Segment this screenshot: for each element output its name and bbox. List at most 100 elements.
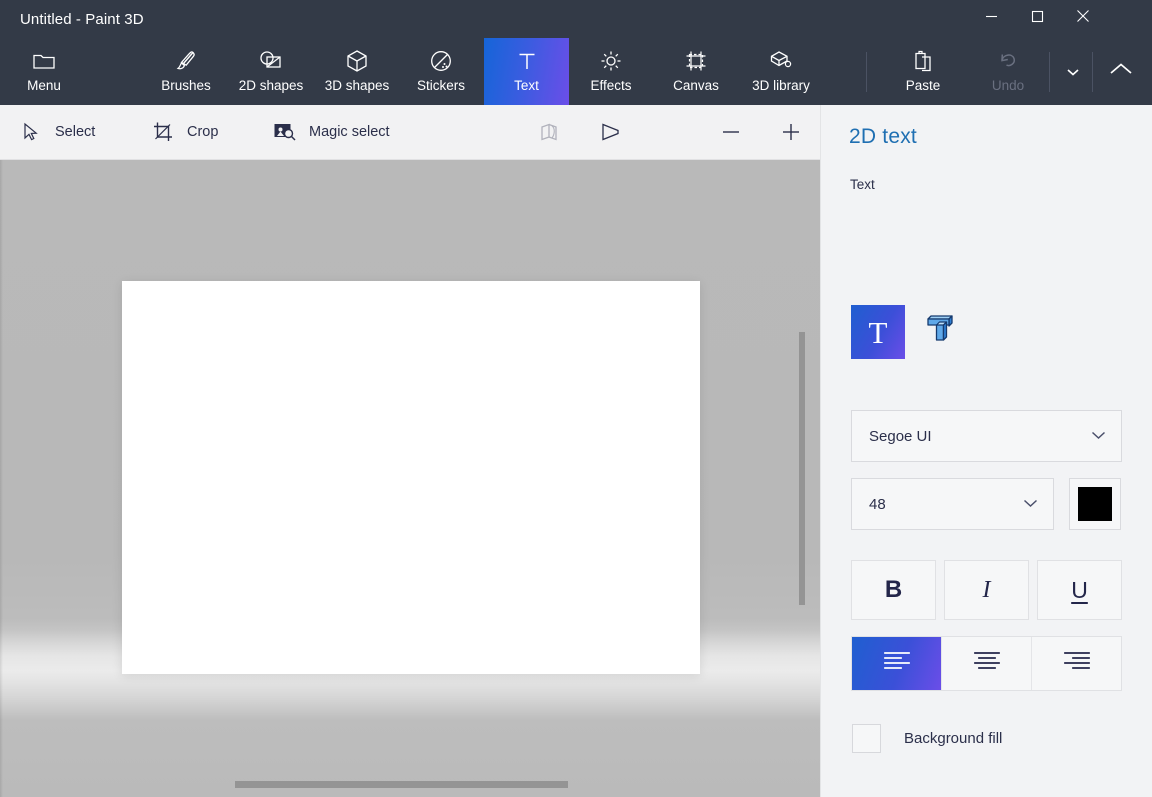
minus-icon <box>718 121 744 143</box>
text-type-3d-button[interactable] <box>913 305 967 359</box>
ribbon-item-text[interactable]: Text <box>484 38 569 105</box>
undo-icon <box>996 47 1020 75</box>
align-center-icon <box>972 650 1002 677</box>
3d-view-icon <box>538 122 564 142</box>
close-button[interactable] <box>1060 0 1106 32</box>
ribbon-label-text: Text <box>514 78 539 93</box>
ribbon-label-3d-library: 3D library <box>752 78 810 93</box>
tool-label-magic-select: Magic select <box>309 124 390 140</box>
horizontal-scrollbar-thumb[interactable] <box>235 781 568 788</box>
panel-title: 2D text <box>849 125 917 148</box>
background-fill-checkbox[interactable] <box>852 724 881 753</box>
stickers-icon <box>429 47 453 75</box>
canvas-icon <box>684 47 708 75</box>
align-right-button[interactable] <box>1032 637 1121 690</box>
ribbon-item-2d-shapes[interactable]: 2D shapes <box>228 38 314 105</box>
align-left-button[interactable] <box>852 637 942 690</box>
font-size-value: 48 <box>869 495 886 513</box>
ribbon-item-canvas[interactable]: Canvas <box>660 38 732 105</box>
tool-zoom-in[interactable] <box>778 105 804 159</box>
plus-icon <box>778 121 804 143</box>
ribbon-label-stickers: Stickers <box>416 78 465 93</box>
minimize-button[interactable] <box>968 0 1014 32</box>
alignment-group <box>851 636 1122 691</box>
ribbon-divider-3 <box>1092 52 1093 92</box>
folder-icon <box>32 47 56 75</box>
italic-label: I <box>982 576 991 603</box>
paste-icon <box>912 47 934 75</box>
align-center-button[interactable] <box>942 637 1032 690</box>
ribbon-more-dropdown[interactable] <box>1056 38 1090 105</box>
text-icon <box>516 47 538 75</box>
tool-select[interactable]: Select <box>18 105 95 159</box>
paint3d-window: Untitled - Paint 3D Menu Brushes 2D shap… <box>0 0 1152 797</box>
ribbon-label-3d-shapes: 3D shapes <box>324 78 390 93</box>
cursor-icon <box>18 122 44 142</box>
maximize-button[interactable] <box>1014 0 1060 32</box>
ribbon-collapse-button[interactable] <box>1098 38 1144 105</box>
vertical-scrollbar[interactable] <box>799 160 813 797</box>
secondary-toolbar: Select Crop Magic select <box>0 105 861 160</box>
tool-magic-select[interactable]: Magic select <box>272 105 390 159</box>
close-icon <box>1076 9 1090 23</box>
ribbon-item-brushes[interactable]: Brushes <box>150 38 222 105</box>
ribbon-label-menu: Menu <box>27 78 61 93</box>
ribbon-label-undo: Undo <box>991 78 1025 93</box>
text-type-2d-button[interactable]: T <box>851 305 905 359</box>
tool-zoom-out[interactable] <box>718 105 744 159</box>
underline-label: U <box>1071 576 1088 603</box>
ribbon-item-undo[interactable]: Undo <box>975 38 1041 105</box>
font-size-dropdown[interactable]: 48 <box>851 478 1054 530</box>
chevron-down-icon <box>1067 63 1079 81</box>
window-title: Untitled - Paint 3D <box>20 11 144 28</box>
tool-3d-view[interactable] <box>538 105 564 159</box>
chevron-down-icon <box>1091 427 1106 445</box>
title-bar: Untitled - Paint 3D <box>0 0 1152 38</box>
text-color-button[interactable] <box>1069 478 1121 530</box>
tool-label-crop: Crop <box>187 124 219 140</box>
background-fill-label: Background fill <box>904 730 1003 747</box>
ribbon-item-effects[interactable]: Effects <box>575 38 647 105</box>
ribbon-item-3d-library[interactable]: 3D library <box>738 38 824 105</box>
2d-shapes-icon <box>258 47 284 75</box>
ribbon-divider-2 <box>1049 52 1050 92</box>
minimize-icon <box>985 10 998 23</box>
drawing-canvas[interactable] <box>122 281 700 674</box>
brush-icon <box>174 47 198 75</box>
3d-shapes-icon <box>346 47 368 75</box>
ribbon-label-canvas: Canvas <box>673 78 719 93</box>
text-2d-icon: T <box>868 314 888 350</box>
tool-crop[interactable]: Crop <box>150 105 218 159</box>
underline-button[interactable]: U <box>1037 560 1122 620</box>
ribbon-item-3d-shapes[interactable]: 3D shapes <box>314 38 400 105</box>
text-properties-panel: 2D text Text T Segoe UI 48 B I U Backgro… <box>820 105 1152 797</box>
text-color-swatch <box>1078 487 1112 521</box>
canvas-stage[interactable] <box>0 160 820 797</box>
ribbon-toolbar: Menu Brushes 2D shapes 3D shapes Sticker… <box>0 38 1152 105</box>
italic-button[interactable]: I <box>944 560 1029 620</box>
font-family-value: Segoe UI <box>869 427 932 445</box>
2d-view-icon <box>598 122 624 142</box>
background-fill-row[interactable]: Background fill <box>852 724 1002 753</box>
ribbon-item-stickers[interactable]: Stickers <box>404 38 478 105</box>
crop-icon <box>150 121 176 143</box>
text-3d-icon <box>921 311 959 354</box>
tool-label-select: Select <box>55 124 96 140</box>
vertical-scrollbar-thumb[interactable] <box>799 332 805 605</box>
ribbon-label-effects: Effects <box>590 78 632 93</box>
ribbon-item-menu[interactable]: Menu <box>14 38 74 105</box>
ribbon-label-paste: Paste <box>905 78 941 93</box>
ribbon-label-2d-shapes: 2D shapes <box>238 78 304 93</box>
panel-section-label: Text <box>850 177 875 192</box>
ribbon-item-paste[interactable]: Paste <box>889 38 957 105</box>
magic-select-icon <box>272 122 298 142</box>
tool-2d-view[interactable] <box>598 105 624 159</box>
chevron-up-icon <box>1108 61 1134 82</box>
align-right-icon <box>1062 650 1092 677</box>
ribbon-label-brushes: Brushes <box>161 78 211 93</box>
align-left-icon <box>882 650 912 677</box>
bold-label: B <box>884 576 903 603</box>
effects-icon <box>599 47 623 75</box>
font-family-dropdown[interactable]: Segoe UI <box>851 410 1122 462</box>
bold-button[interactable]: B <box>851 560 936 620</box>
